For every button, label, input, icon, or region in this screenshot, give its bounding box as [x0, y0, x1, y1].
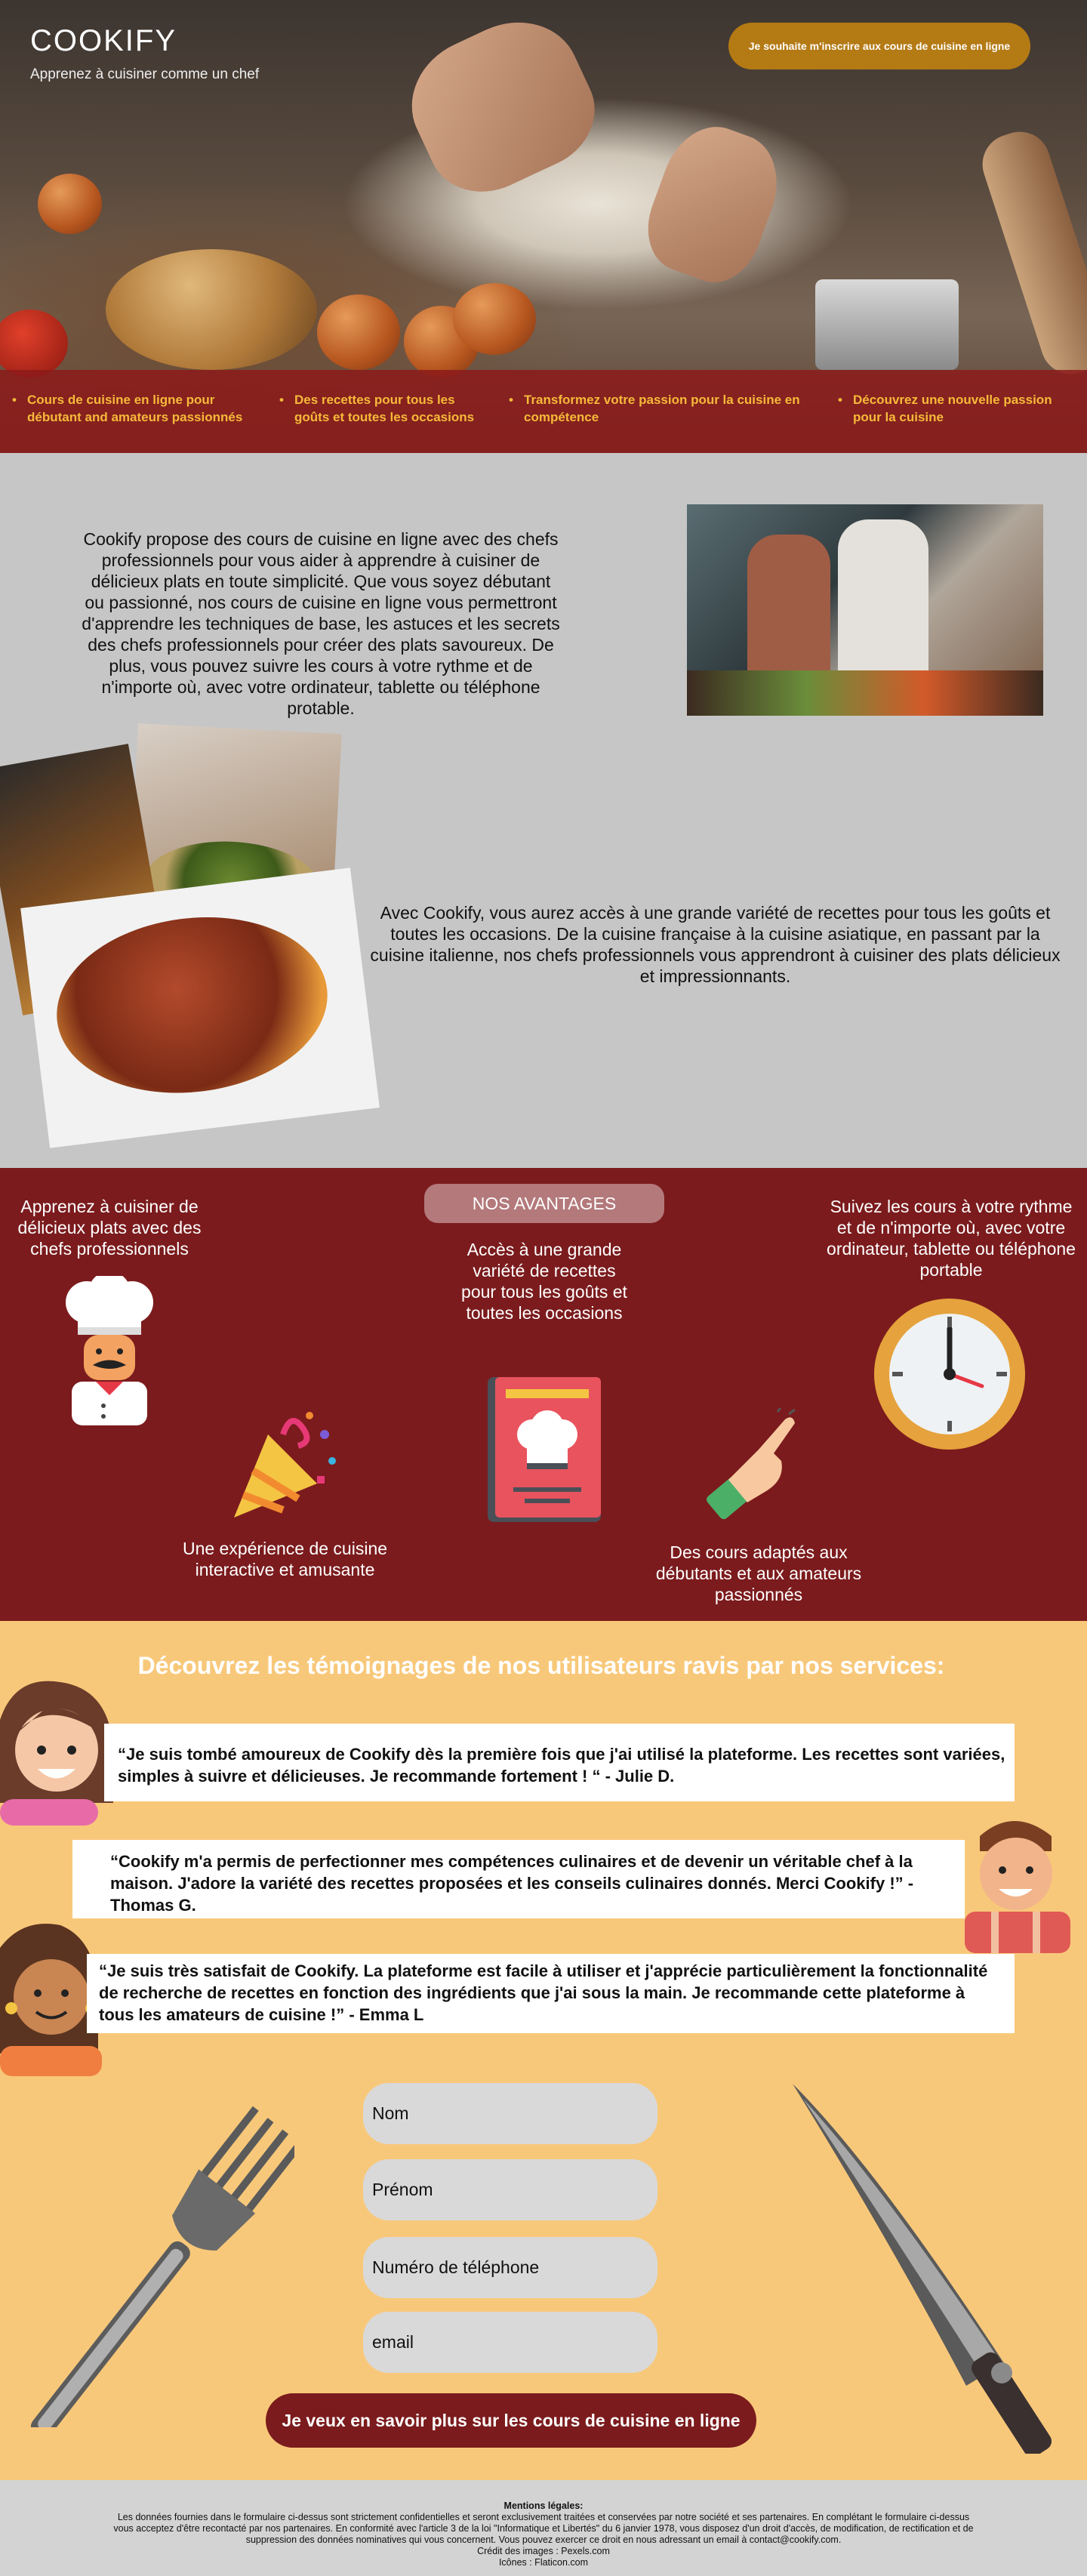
- advantage-text: Des cours adaptés aux débutants et aux a…: [655, 1542, 862, 1604]
- egg: [317, 294, 400, 370]
- testimonial-text: “Je suis tombé amoureux de Cookify dès l…: [118, 1745, 1005, 1786]
- feature-item: Cours de cuisine en ligne pour débutant …: [12, 391, 269, 426]
- chef-icon: [57, 1271, 162, 1427]
- advantages-title: NOS AVANTAGES: [424, 1184, 664, 1223]
- intro-paragraph: Cookify propose des cours de cuisine en …: [82, 529, 560, 718]
- phone-input[interactable]: Numéro de téléphone: [363, 2237, 657, 2298]
- testimonial-card: “Je suis tombé amoureux de Cookify dès l…: [104, 1724, 1015, 1801]
- egg: [453, 283, 536, 355]
- pot: [815, 279, 959, 370]
- steak-photo: [20, 867, 380, 1148]
- advantage-text: Suivez les cours à votre rythme et de n'…: [827, 1197, 1076, 1280]
- signup-button[interactable]: Je souhaite m'inscrire aux cours de cuis…: [728, 23, 1030, 69]
- hand-right: [634, 113, 793, 294]
- testimonial-text: “Je suis très satisfait de Cookify. La p…: [99, 1961, 988, 2024]
- icon-credit: Icônes : Flaticon.com: [498, 2557, 589, 2568]
- advantage-text: Apprenez à cuisiner de délicieux plats a…: [17, 1197, 202, 1259]
- testimonial-text: “Cookify m'a permis de perfectionner mes…: [110, 1852, 914, 1915]
- testimonials-title: Découvrez les témoignages de nos utilisa…: [137, 1652, 945, 1679]
- clock-icon: [873, 1297, 1027, 1452]
- brand-logo[interactable]: COOKIFY: [30, 24, 177, 58]
- avatar-woman-icon: [0, 1675, 117, 1826]
- recipes-paragraph: Avec Cookify, vous aurez accès à une gra…: [370, 903, 1061, 986]
- recipe-book-icon: [483, 1374, 605, 1525]
- testimonial-card: “Cookify m'a permis de perfectionner mes…: [72, 1840, 965, 1918]
- advantage-text: Une expérience de cuisine interactive et…: [182, 1539, 388, 1579]
- fork-icon: [0, 2080, 303, 2439]
- image-credit: Crédit des images : Pexels.com: [477, 2546, 610, 2556]
- name-input[interactable]: Nom: [363, 2083, 657, 2144]
- knife-icon: [785, 2076, 1087, 2457]
- legal-title: Mentions légales:: [503, 2501, 584, 2511]
- advantage-text: Accès à une grande variété de recettes p…: [461, 1240, 627, 1323]
- footer: Mentions légales: Les données fournies d…: [0, 2480, 1087, 2576]
- feature-item: Des recettes pour tous les goûts et tout…: [279, 391, 491, 426]
- feature-item: Découvrez une nouvelle passion pour la c…: [838, 391, 1079, 426]
- tomato: [0, 310, 68, 377]
- feature-item: Transformez votre passion pour la cuisin…: [509, 391, 818, 426]
- egg: [38, 174, 102, 234]
- email-input[interactable]: email: [363, 2312, 657, 2373]
- pointing-hand-icon: [706, 1406, 804, 1521]
- firstname-input[interactable]: Prénom: [363, 2159, 657, 2220]
- kitchen-couple-photo: [687, 504, 1043, 716]
- rolling-pin: [975, 124, 1087, 382]
- tagline: Apprenez à cuisiner comme un chef: [30, 66, 260, 82]
- party-popper-icon: [226, 1404, 347, 1525]
- hand-left: [391, 0, 613, 211]
- bread-loaf: [106, 249, 317, 370]
- legal-text: Les données fournies dans le formulaire …: [113, 2512, 974, 2545]
- avatar-man-icon: [957, 1806, 1074, 1953]
- submit-button[interactable]: Je veux en savoir plus sur les cours de …: [266, 2393, 756, 2448]
- testimonial-card: “Je suis très satisfait de Cookify. La p…: [87, 1954, 1015, 2033]
